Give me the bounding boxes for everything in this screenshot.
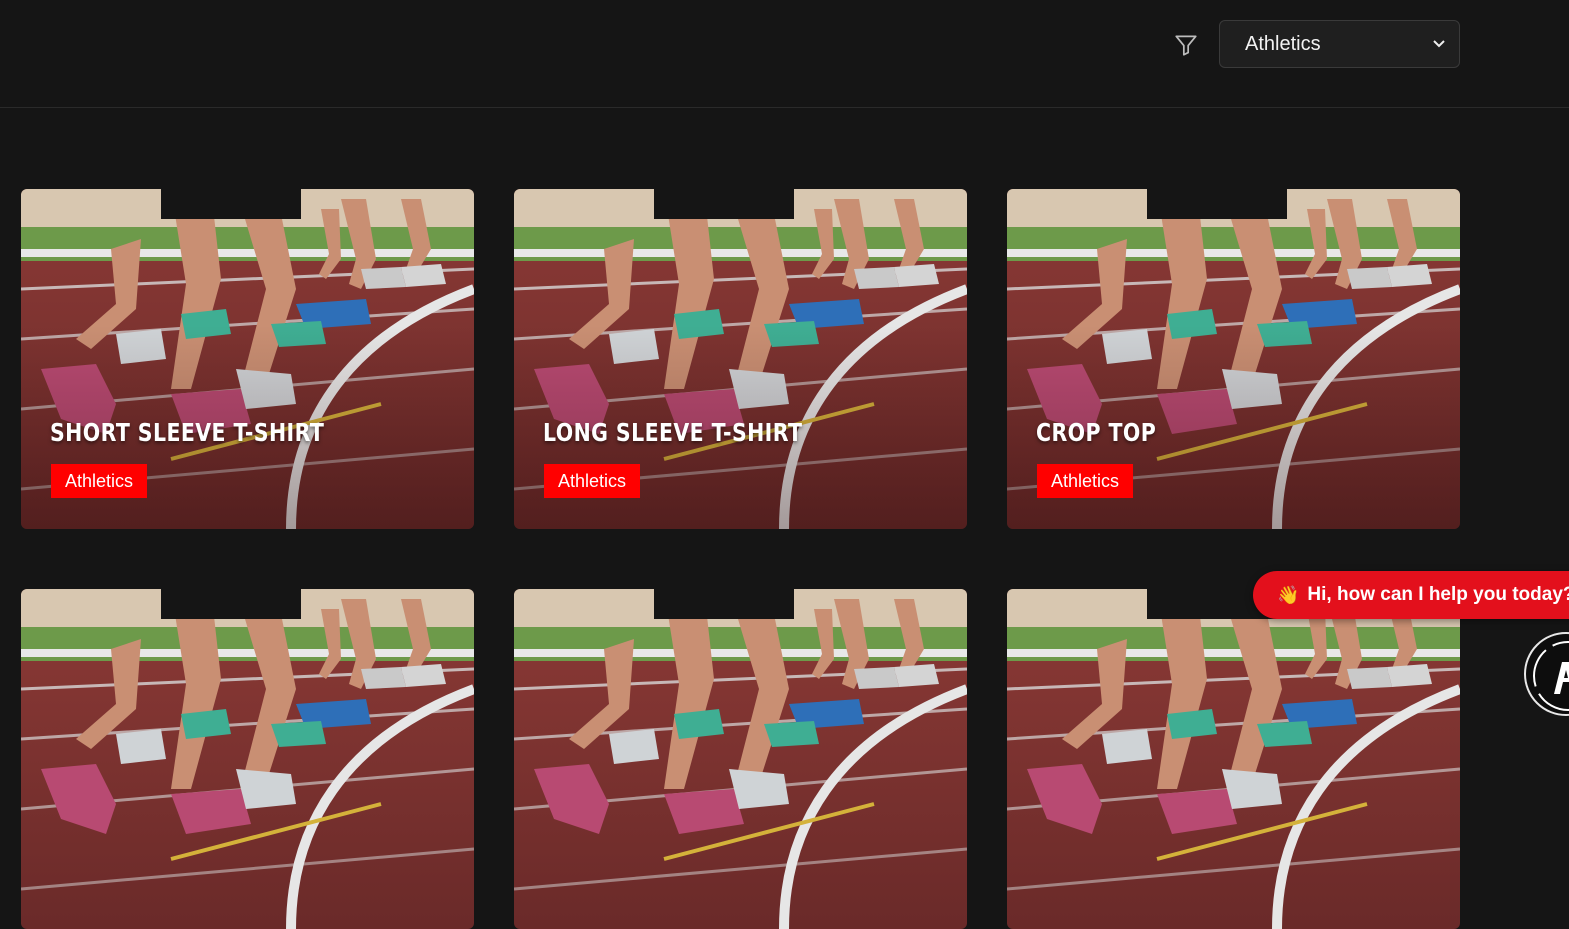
category-tag[interactable]: Athletics <box>51 464 148 498</box>
waving-hand-icon: 👋 <box>1277 584 1300 605</box>
product-card[interactable]: SHORT SLEEVE T-SHIRT Athletics <box>21 189 474 529</box>
chat-launcher-button[interactable] <box>1524 632 1569 716</box>
category-tag[interactable]: Athletics <box>1037 464 1134 498</box>
product-title: CROP TOP <box>1036 418 1157 447</box>
product-image <box>1007 589 1460 929</box>
brand-logo-icon <box>1533 641 1569 711</box>
product-image <box>514 589 967 929</box>
product-card[interactable] <box>514 589 967 929</box>
chat-greeting-bubble[interactable]: 👋 Hi, how can I help you today? <box>1253 571 1569 619</box>
product-card[interactable]: LONG SLEEVE T-SHIRT Athletics <box>514 189 967 529</box>
product-card[interactable] <box>1007 589 1460 929</box>
top-bar: Athletics <box>0 0 1569 108</box>
product-title: SHORT SLEEVE T-SHIRT <box>50 418 325 447</box>
chat-greeting-text: Hi, how can I help you today? <box>1307 584 1569 605</box>
category-select-value: Athletics <box>1245 32 1321 55</box>
category-select[interactable]: Athletics <box>1219 20 1460 68</box>
filter-funnel-icon[interactable] <box>1173 32 1199 58</box>
product-card[interactable] <box>21 589 474 929</box>
product-card[interactable]: CROP TOP Athletics <box>1007 189 1460 529</box>
product-title: LONG SLEEVE T-SHIRT <box>543 418 803 447</box>
category-tag[interactable]: Athletics <box>544 464 641 498</box>
chevron-down-icon <box>1433 40 1445 48</box>
product-image <box>21 589 474 929</box>
